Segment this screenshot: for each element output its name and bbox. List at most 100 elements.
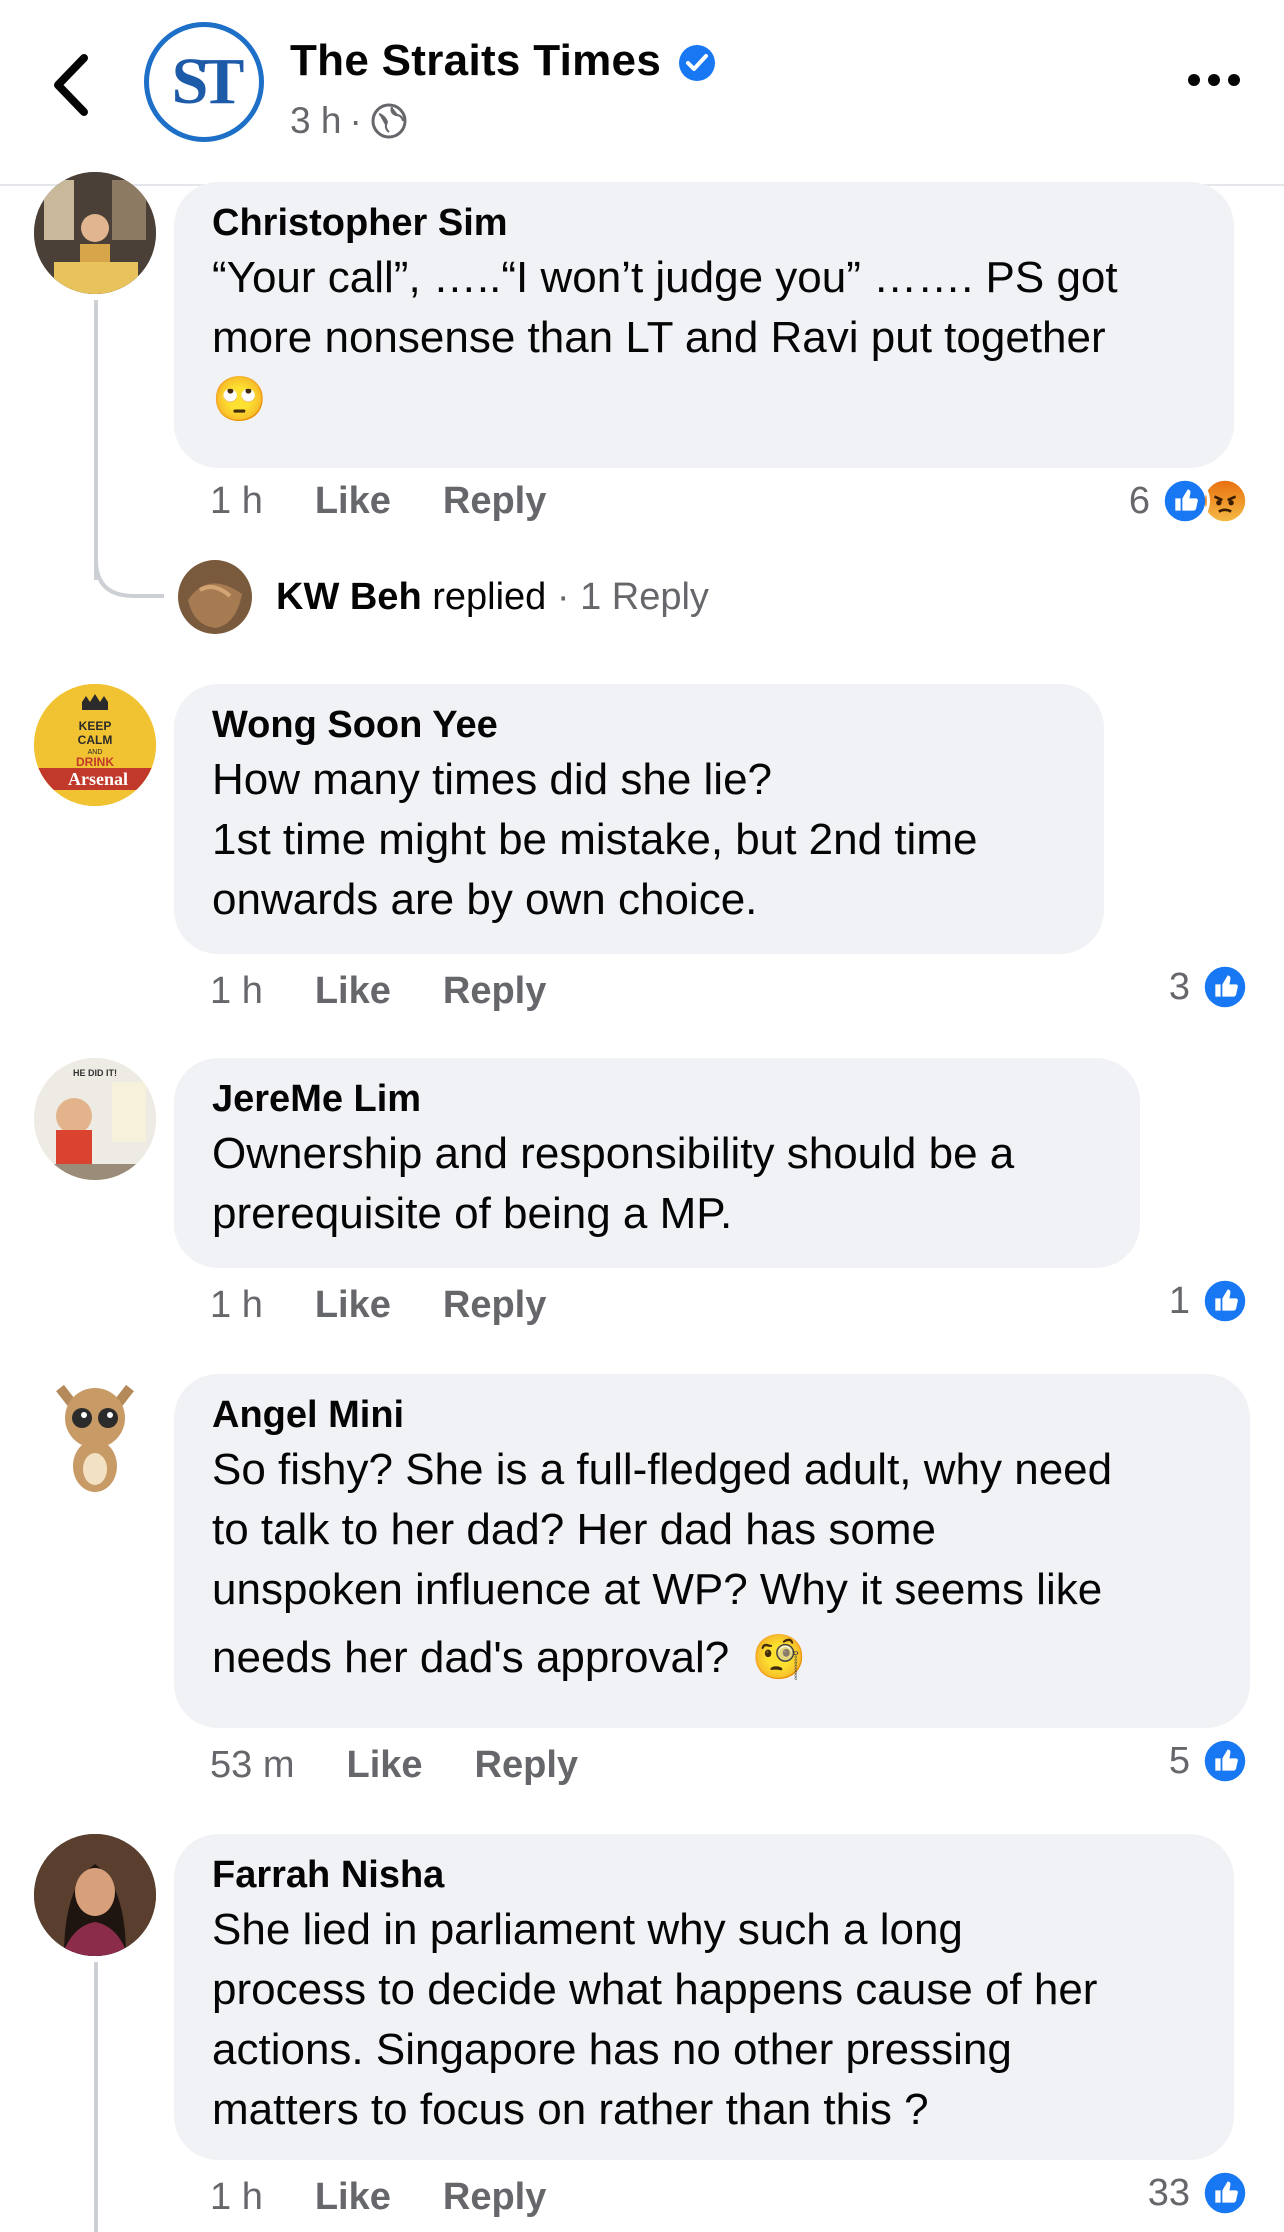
- comment-author[interactable]: Angel Mini: [212, 1390, 1212, 1440]
- like-button[interactable]: Like: [315, 970, 391, 1013]
- like-button[interactable]: Like: [315, 1284, 391, 1327]
- avatar-arsenal: Arsenal: [68, 769, 128, 789]
- comment-text-line: So fishy? She is a full-fledged adult, w…: [212, 1445, 1113, 1494]
- avatar-photo: HE DID IT!: [34, 1058, 156, 1180]
- comment-text-line: needs her dad's approval?: [212, 1633, 730, 1682]
- like-icon: [1200, 2168, 1250, 2218]
- reply-author: KW Beh: [276, 575, 422, 618]
- avatar-caption: HE DID IT!: [73, 1068, 117, 1078]
- reply-dot: ·: [556, 575, 570, 618]
- comment-actions: 53 m Like Reply: [210, 1744, 630, 1787]
- comment-text-line: “Your call”, …..“I won’t judge you” ……. …: [212, 253, 1118, 302]
- reaction-summary[interactable]: 3: [1169, 962, 1250, 1012]
- reaction-count: 1: [1168, 1279, 1190, 1322]
- comment-bubble: JereMe Lim Ownership and responsibility …: [174, 1058, 1140, 1268]
- reaction-count: 3: [1168, 965, 1190, 1008]
- comment-text-line: 1st time might be mistake, but 2nd time: [212, 815, 978, 864]
- like-button[interactable]: Like: [315, 480, 391, 523]
- comment-text-line: She lied in parliament why such a long: [212, 1905, 963, 1954]
- comment-emoji: 🧐: [751, 1633, 807, 1682]
- comment-actions: 1 h Like Reply: [210, 970, 598, 1013]
- comment-time: 1 h: [210, 1284, 263, 1326]
- comment-text-line: process to decide what happens cause of …: [212, 1965, 1098, 2014]
- globe-icon: [371, 103, 407, 139]
- meta-dot: ·: [349, 100, 362, 141]
- comment-author[interactable]: Wong Soon Yee: [212, 700, 1066, 750]
- comment-text-line: to talk to her dad? Her dad has some: [212, 1505, 936, 1554]
- reaction-summary[interactable]: 6: [1129, 476, 1250, 526]
- verified-badge-icon: [679, 45, 715, 81]
- reply-button[interactable]: Reply: [443, 970, 546, 1013]
- comment-text-line: unspoken influence at WP? Why it seems l…: [212, 1565, 1103, 1614]
- reply-button[interactable]: Reply: [443, 480, 546, 523]
- comment-time: 1 h: [210, 480, 263, 522]
- avatar[interactable]: KEEP CALM AND DRINK Arsenal: [34, 684, 156, 806]
- reply-button[interactable]: Reply: [443, 2176, 546, 2219]
- comment-actions: 1 h Like Reply: [210, 1284, 598, 1327]
- comment-text-line: onwards are by own choice.: [212, 875, 758, 924]
- post-time: 3 h: [290, 100, 342, 141]
- keep-calm-avatar-image: KEEP CALM AND DRINK Arsenal: [34, 684, 156, 806]
- reply-thread-curve: [94, 560, 164, 598]
- reply-summary: KW Beh replied · 1 Reply: [276, 576, 709, 619]
- reaction-count: 33: [1147, 2171, 1190, 2214]
- comment-emoji: 🙄: [212, 375, 267, 424]
- back-chevron-icon[interactable]: [46, 50, 96, 120]
- comment-actions: 1 h Like Reply: [210, 480, 598, 523]
- post-header: ST The Straits Times 3 h ·: [0, 0, 1284, 186]
- page-name[interactable]: The Straits Times: [290, 36, 661, 86]
- comment-bubble: Wong Soon Yee How many times did she lie…: [174, 684, 1104, 954]
- avatar[interactable]: [34, 1834, 156, 1956]
- comment-text-line: prerequisite of being a MP.: [212, 1189, 733, 1238]
- comment-actions: 1 h Like Reply: [210, 2176, 598, 2219]
- like-icon: [1200, 1736, 1250, 1786]
- comment-text-line: more nonsense than LT and Ravi put toget…: [212, 313, 1106, 362]
- post-meta: 3 h ·: [290, 100, 408, 142]
- comment-bubble: Angel Mini So fishy? She is a full-fledg…: [174, 1374, 1250, 1728]
- comment-author[interactable]: Christopher Sim: [212, 198, 1196, 248]
- page-logo-text: ST: [171, 45, 245, 118]
- comment-time: 1 h: [210, 2176, 263, 2218]
- comment-time: 53 m: [210, 1744, 295, 1786]
- reply-thread-line: [94, 300, 98, 580]
- reply-thread-line: [94, 1962, 98, 2232]
- comment-author[interactable]: Farrah Nisha: [212, 1850, 1196, 1900]
- reaction-count: 6: [1128, 479, 1150, 522]
- reaction-count: 5: [1168, 1739, 1190, 1782]
- comment-time: 1 h: [210, 970, 263, 1012]
- comment-text-line-with-emoji: needs her dad's approval? 🧐: [212, 1620, 1212, 1696]
- like-button[interactable]: Like: [315, 2176, 391, 2219]
- like-button[interactable]: Like: [346, 1744, 422, 1787]
- avatar[interactable]: [34, 172, 156, 294]
- comment-text-line: matters to focus on rather than this ?: [212, 2085, 929, 2134]
- reply-count: 1 Reply: [580, 575, 709, 618]
- reaction-summary[interactable]: 5: [1169, 1736, 1250, 1786]
- comment-bubble: Farrah Nisha She lied in parliament why …: [174, 1834, 1234, 2160]
- reply-button[interactable]: Reply: [475, 1744, 578, 1787]
- avatar-drink: DRINK: [76, 755, 114, 769]
- cartoon-cat-avatar-image: [34, 1374, 156, 1496]
- comment-text-line: actions. Singapore has no other pressing: [212, 2025, 1012, 2074]
- page-avatar[interactable]: ST: [144, 22, 264, 142]
- reaction-summary[interactable]: 33: [1148, 2168, 1250, 2218]
- reply-verb: replied: [432, 575, 547, 618]
- replies-link[interactable]: KW Beh replied · 1 Reply: [178, 560, 709, 634]
- comment-author[interactable]: JereMe Lim: [212, 1074, 1102, 1124]
- comment-text-line: How many times did she lie?: [212, 755, 773, 804]
- avatar-photo: [34, 172, 156, 294]
- comment-text-line: Ownership and responsibility should be a: [212, 1129, 1015, 1178]
- reply-button[interactable]: Reply: [443, 1284, 546, 1327]
- like-icon: [1200, 962, 1250, 1012]
- reply-avatar: [178, 560, 252, 634]
- avatar[interactable]: [34, 1374, 156, 1496]
- reaction-summary[interactable]: 1: [1169, 1276, 1250, 1326]
- more-options-icon[interactable]: [1186, 70, 1242, 90]
- avatar-calm: CALM: [78, 733, 113, 747]
- like-icon: [1200, 1276, 1250, 1326]
- reply-avatar-photo: [178, 560, 252, 634]
- avatar[interactable]: HE DID IT!: [34, 1058, 156, 1180]
- comment-bubble: Christopher Sim “Your call”, …..“I won’t…: [174, 182, 1234, 468]
- like-icon: [1160, 476, 1210, 526]
- avatar-keep: KEEP: [79, 719, 112, 733]
- avatar-photo: [34, 1834, 156, 1956]
